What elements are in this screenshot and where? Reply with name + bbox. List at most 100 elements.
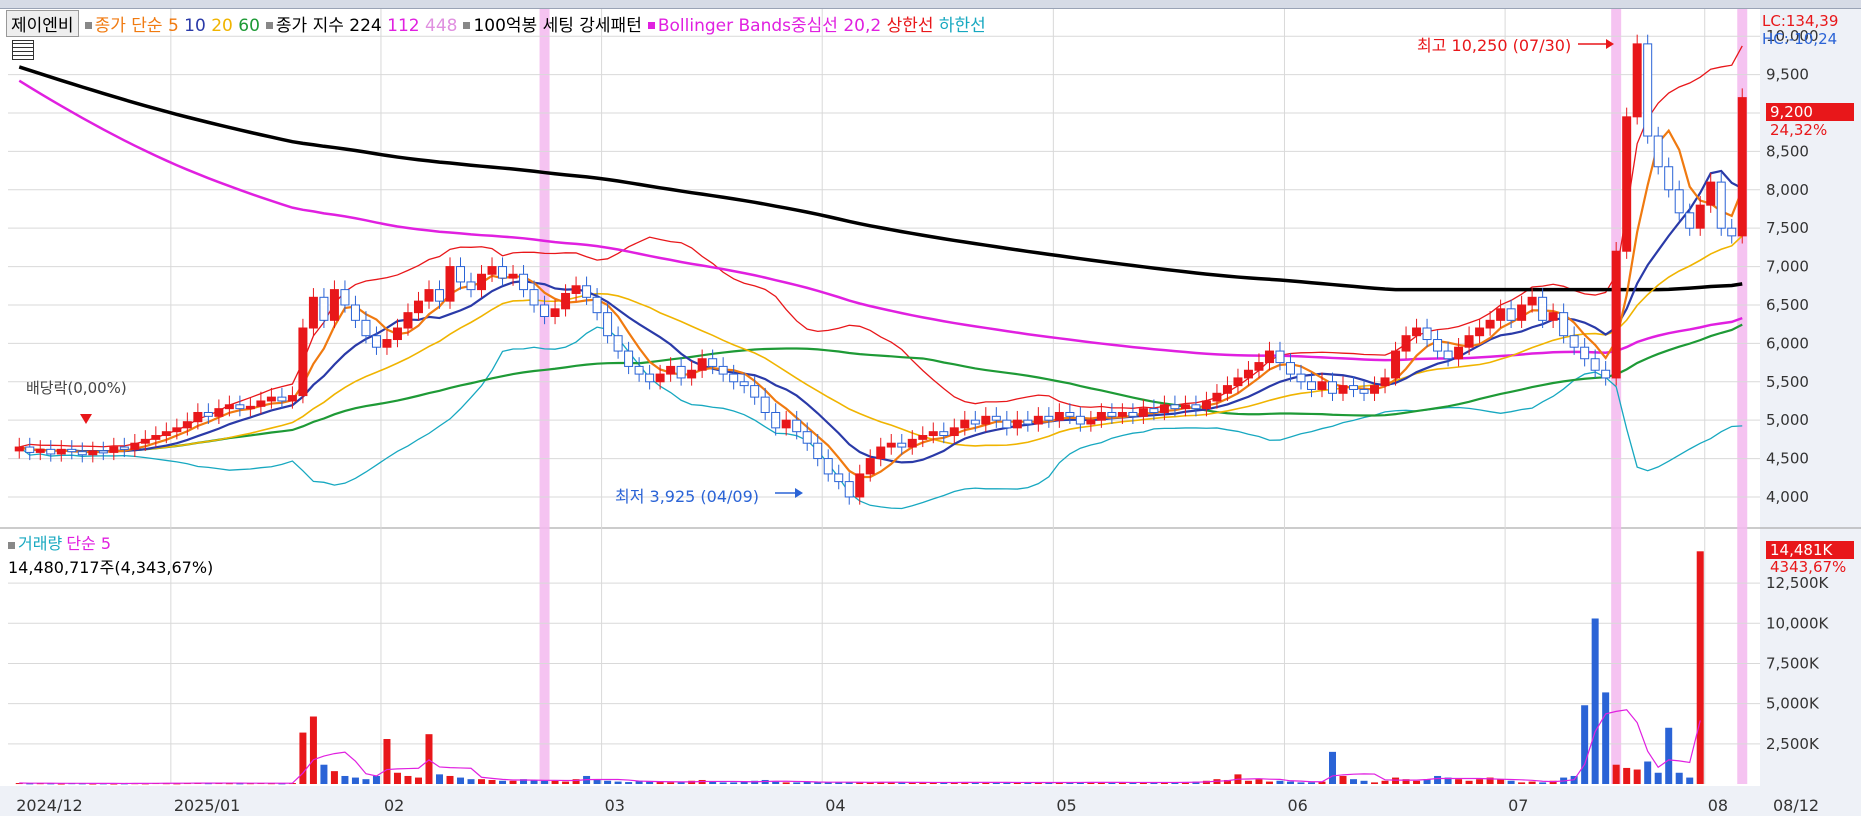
volume-bar-74 (793, 782, 801, 784)
candle-body-76 (813, 442, 823, 460)
candle-body-101 (1075, 415, 1085, 425)
volume-bar-135 (1434, 775, 1442, 784)
date-label-8: 08 (1708, 796, 1728, 815)
candle-body-52 (561, 292, 571, 310)
candle-body-107 (1138, 408, 1148, 417)
candle-body-145 (1538, 296, 1548, 321)
volume-bar-119 (1265, 781, 1273, 784)
candle-body-56 (603, 312, 613, 337)
candle-body-20 (224, 404, 234, 410)
lc-label: LC:134,39 (1762, 12, 1839, 30)
volume-bar-144 (1528, 781, 1536, 784)
volume-bar-73 (782, 782, 790, 784)
volume-bar-117 (1244, 780, 1252, 784)
volume-bar-130 (1381, 780, 1389, 784)
volume-bar-72 (772, 781, 780, 784)
candle-body-55 (592, 296, 602, 314)
volume-bar-150 (1591, 618, 1599, 784)
candle-body-85 (907, 438, 917, 448)
volume-bar-154 (1633, 769, 1641, 784)
volume-bar-128 (1360, 780, 1368, 784)
candle-body-140 (1485, 319, 1495, 329)
volume-bar-145 (1539, 782, 1547, 784)
volume-bar-43 (467, 779, 475, 784)
date-label-5: 05 (1056, 796, 1076, 815)
candle-body-149 (1580, 346, 1590, 360)
candle-body-5 (67, 448, 77, 453)
candle-body-147 (1559, 312, 1569, 337)
volume-bar-44 (478, 779, 486, 784)
candle-body-134 (1422, 327, 1432, 341)
candle-body-58 (624, 350, 634, 367)
candle-body-95 (1012, 419, 1022, 429)
candle-body-59 (634, 365, 644, 375)
candle-body-141 (1496, 308, 1506, 321)
candle-body-153 (1622, 116, 1632, 252)
candle-body-74 (792, 419, 802, 433)
candle-body-70 (750, 385, 760, 398)
candle-body-158 (1674, 189, 1684, 214)
candle-body-67 (718, 365, 728, 375)
candle-body-32 (350, 304, 360, 321)
ticker-name[interactable]: 제이엔비 (6, 9, 79, 37)
volume-bar-160 (1696, 551, 1704, 784)
event-highlight-1 (1611, 9, 1622, 784)
candle-body-163 (1727, 227, 1737, 237)
volume-tick-1: 5,000K (1766, 695, 1820, 713)
candle-body-36 (392, 327, 402, 341)
candle-body-162 (1716, 181, 1726, 229)
candle-body-91 (970, 419, 980, 425)
volume-tick-2: 7,500K (1766, 654, 1820, 672)
volume-ma-label: 단순 5 (66, 534, 112, 553)
date-label-7: 07 (1508, 796, 1528, 815)
price-tick-2: 5,000 (1766, 411, 1809, 429)
candle-body-9 (109, 446, 119, 453)
grid-table-icon[interactable] (12, 40, 34, 60)
candle-body-24 (266, 396, 276, 402)
candle-body-72 (771, 411, 781, 429)
candle-body-42 (456, 266, 466, 283)
candle-body-35 (382, 339, 392, 348)
candle-body-148 (1569, 335, 1579, 348)
volume-bar-67 (719, 782, 727, 784)
hc-label: HC:-10,24 (1762, 30, 1838, 48)
volume-bar-33 (362, 779, 370, 784)
candle-body-71 (760, 396, 770, 413)
volume-bar-125 (1329, 751, 1337, 784)
candle-body-65 (697, 358, 707, 371)
candle-body-46 (498, 266, 508, 279)
volume-bar-157 (1665, 727, 1673, 784)
volume-bar-41 (446, 775, 454, 784)
volume-bar-29 (320, 764, 328, 784)
candle-body-135 (1433, 339, 1443, 352)
volume-tick-3: 10,000K (1766, 614, 1829, 632)
candle-body-78 (834, 473, 844, 483)
candle-body-97 (1033, 415, 1043, 425)
candle-body-28 (308, 296, 318, 329)
volume-label: 거래량 (18, 534, 63, 553)
candle-body-39 (424, 289, 434, 302)
stock-chart[interactable]: 4,000 4,500 5,000 5,500 6,000 6,500 7,000 7,500… (0, 9, 1861, 816)
candle-body-8 (98, 450, 108, 454)
candle-body-117 (1243, 369, 1253, 379)
candle-body-66 (708, 358, 718, 367)
price-tick-7: 7,500 (1766, 219, 1809, 237)
price-tick-4: 6,000 (1766, 334, 1809, 352)
candle-body-164 (1737, 97, 1747, 237)
volume-bar-38 (414, 777, 422, 784)
candle-body-54 (582, 285, 592, 298)
volume-bar-68 (730, 782, 738, 784)
candle-body-34 (371, 335, 381, 348)
volume-bar-155 (1644, 761, 1652, 784)
candle-body-110 (1170, 404, 1180, 410)
volume-bar-123 (1307, 782, 1315, 784)
candle-body-57 (613, 335, 623, 352)
candle-body-53 (571, 285, 581, 294)
candle-body-154 (1632, 43, 1642, 118)
candle-body-105 (1117, 411, 1127, 417)
volume-bar-58 (625, 782, 633, 784)
long-label: 종가 지수 (275, 15, 344, 36)
candle-body-62 (666, 365, 676, 375)
volume-bar-152 (1612, 764, 1620, 784)
candle-body-159 (1685, 212, 1695, 229)
